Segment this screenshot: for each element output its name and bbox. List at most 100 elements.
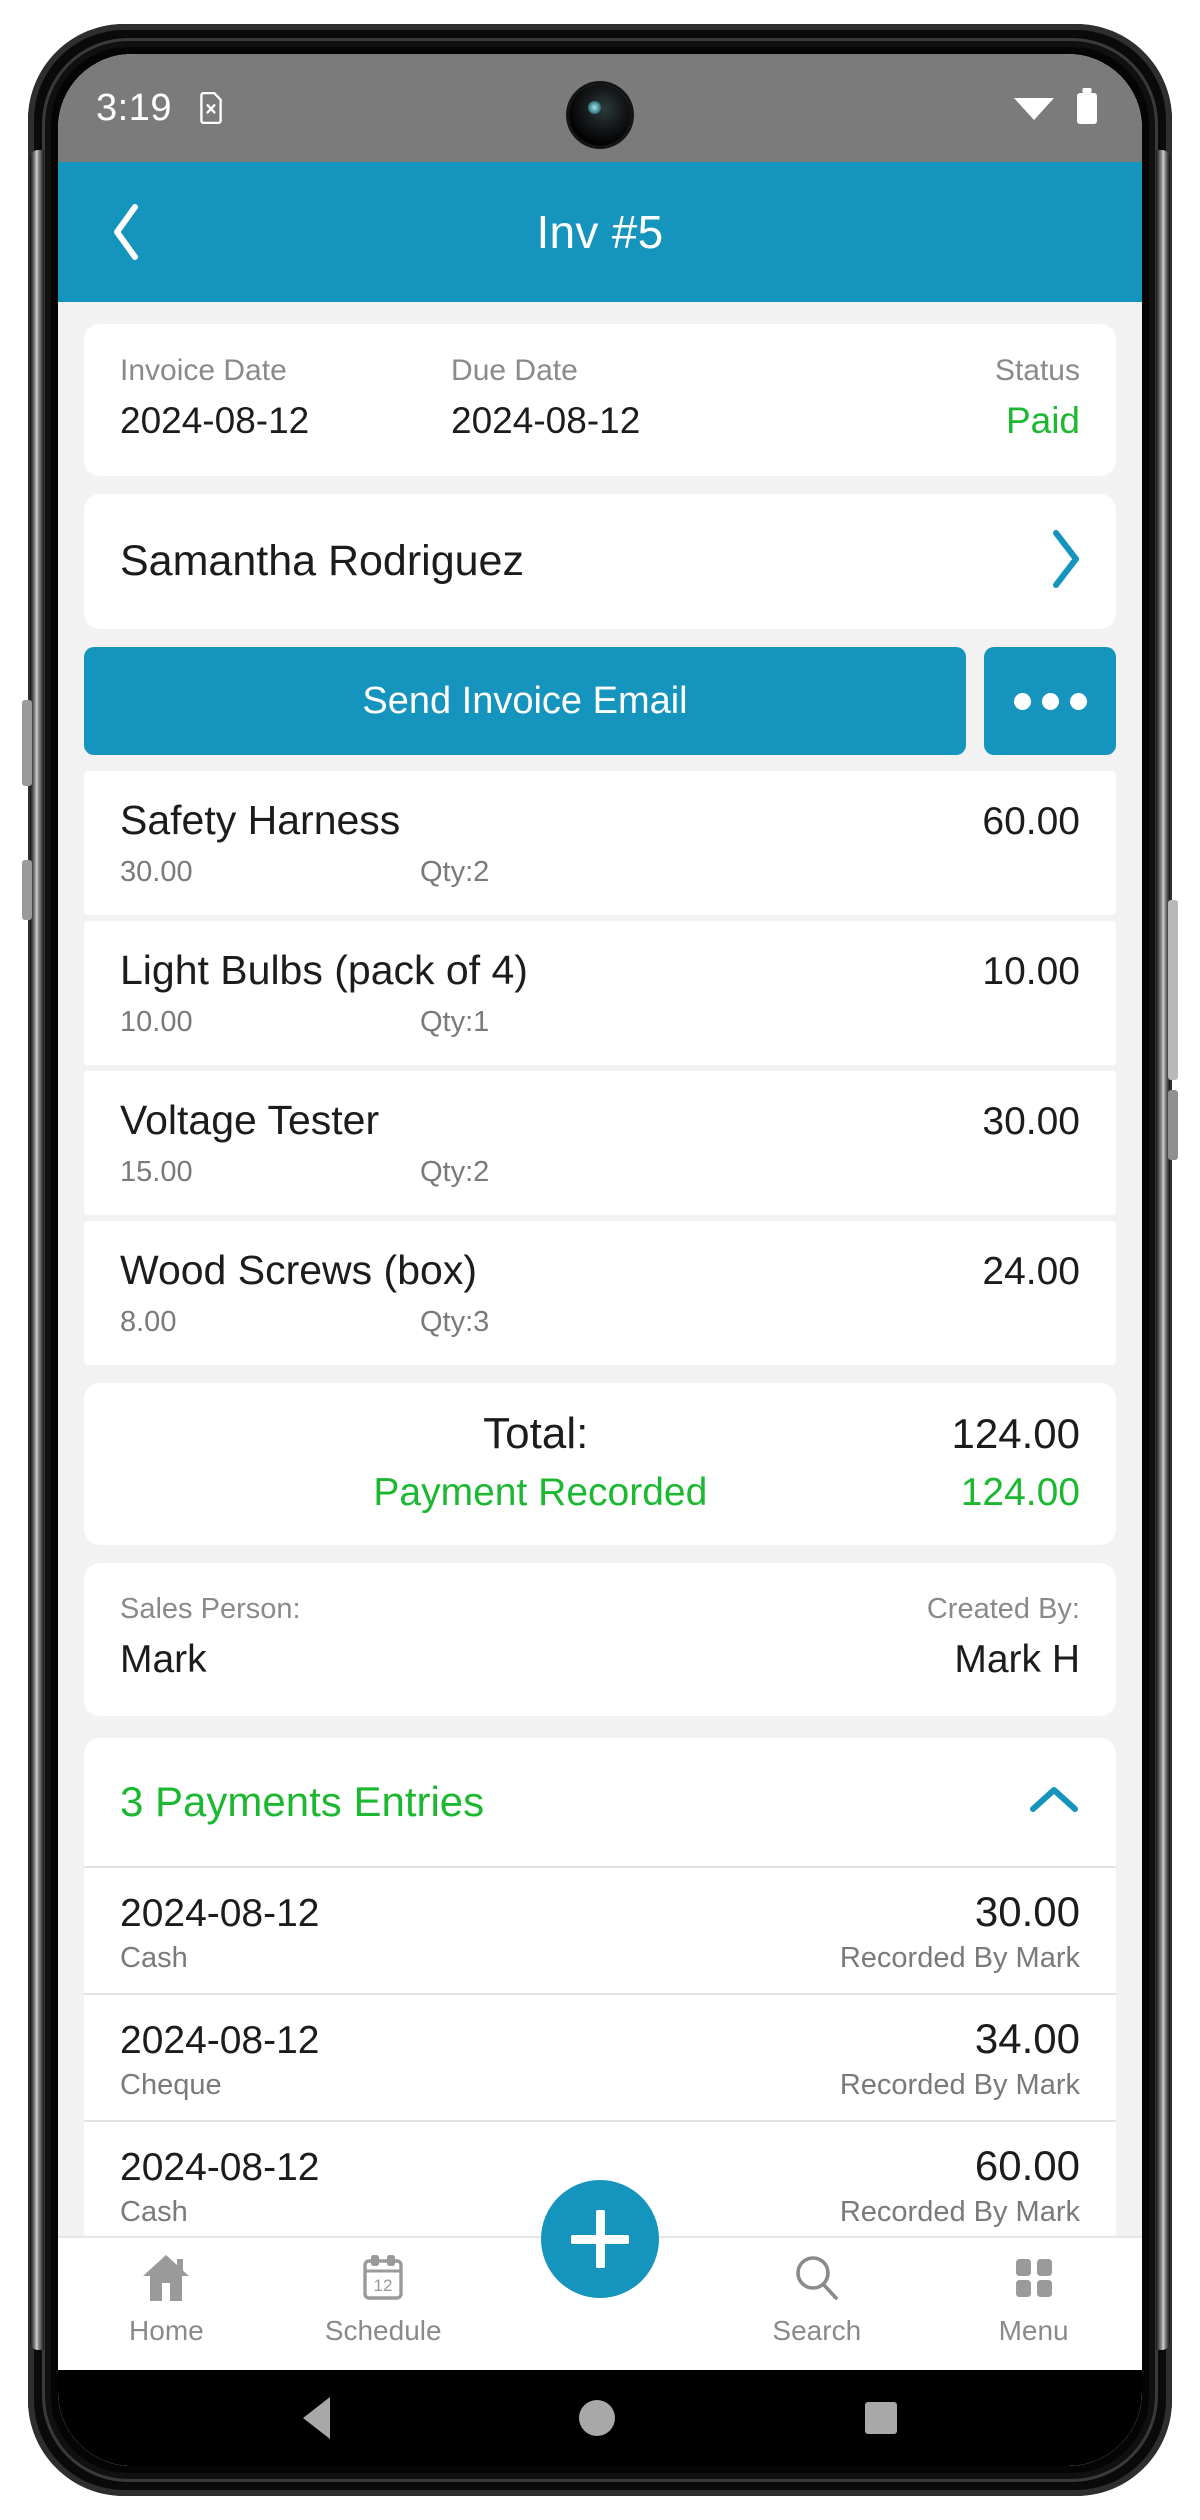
line-item-row[interactable]: Safety Harness 60.00 30.00 Qty:2: [84, 771, 1116, 915]
nav-item-home[interactable]: Home: [58, 2252, 275, 2347]
line-item-name: Safety Harness: [120, 797, 401, 843]
payment-method: Cheque: [120, 2069, 222, 2101]
total-row: Total: 124.00: [120, 1409, 1080, 1459]
customer-row[interactable]: Samantha Rodriguez: [84, 494, 1116, 629]
square-recents-icon[interactable]: [865, 2402, 898, 2434]
payment-recorded-by: Recorded By Mark: [839, 2196, 1080, 2228]
screenshot-stage: 3:19 Inv #5 Invoice Date 2024-08-12 Due …: [0, 0, 1200, 2520]
line-item-amount: 10.00: [982, 950, 1080, 993]
line-item-qty: Qty:3: [420, 1306, 490, 1338]
line-item-unit-price: 30.00: [120, 856, 193, 888]
created-by-value: Mark H: [954, 1638, 1080, 1681]
line-item-row[interactable]: Light Bulbs (pack of 4) 10.00 10.00 Qty:…: [84, 921, 1116, 1065]
due-date-label: Due Date: [451, 354, 578, 387]
payments-section-toggle[interactable]: 3 Payments Entries: [84, 1738, 1116, 1866]
power-button[interactable]: [1168, 900, 1178, 1080]
payment-date: 2024-08-12: [120, 1892, 320, 1935]
nav-label-search: Search: [772, 2315, 862, 2346]
created-by-label: Created By:: [926, 1593, 1080, 1625]
line-item-unit-price: 8.00: [120, 1306, 177, 1338]
line-item-row[interactable]: Voltage Tester 30.00 15.00 Qty:2: [84, 1071, 1116, 1215]
line-items-list: Safety Harness 60.00 30.00 Qty:2 Light B…: [84, 771, 1116, 1365]
status-bar: 3:19: [58, 54, 1142, 162]
sales-person-block: Sales Person: Mark: [120, 1593, 600, 1682]
invoice-date-value: 2024-08-12: [120, 400, 310, 441]
total-label: Total:: [483, 1409, 589, 1458]
status-bar-indicators: [1012, 87, 1100, 130]
battery-icon: [1074, 87, 1100, 130]
volume-down-button[interactable]: [22, 860, 32, 920]
assistant-button[interactable]: [1168, 1090, 1178, 1160]
line-item-amount: 24.00: [982, 1250, 1080, 1293]
nav-item-menu[interactable]: Menu: [925, 2252, 1142, 2347]
status-block: Status Paid: [799, 354, 1080, 442]
phone-left-rail: [30, 150, 44, 2350]
calendar-day-number: 12: [374, 2276, 393, 2295]
due-date-value: 2024-08-12: [451, 400, 641, 441]
payment-date: 2024-08-12: [120, 2019, 320, 2062]
page-title: Inv #5: [536, 206, 664, 258]
app-bar: Inv #5: [58, 162, 1142, 302]
back-button[interactable]: [92, 198, 160, 266]
nav-label-schedule: Schedule: [324, 2315, 442, 2346]
sim-card-off-icon: [198, 92, 224, 124]
line-item-amount: 30.00: [982, 1100, 1080, 1143]
phone-screen: 3:19 Inv #5 Invoice Date 2024-08-12 Due …: [58, 54, 1142, 2466]
payments-card: 3 Payments Entries 2024-08-12 30.00 Cash: [84, 1738, 1116, 2247]
line-item-qty: Qty:1: [420, 1006, 490, 1038]
payment-amount: 34.00: [974, 2015, 1080, 2062]
chevron-right-icon[interactable]: [1046, 528, 1086, 595]
payment-date: 2024-08-12: [120, 2146, 320, 2189]
line-item-unit-price: 10.00: [120, 1006, 193, 1038]
payment-entry-row[interactable]: 2024-08-12 30.00 Cash Recorded By Mark: [84, 1866, 1116, 1993]
nav-item-schedule[interactable]: 12 Schedule: [275, 2252, 492, 2347]
line-item-row[interactable]: Wood Screws (box) 24.00 8.00 Qty:3: [84, 1221, 1116, 1365]
payment-recorded-by: Recorded By Mark: [839, 2069, 1080, 2101]
status-badge: Paid: [1005, 400, 1080, 441]
payment-recorded-value: 124.00: [960, 1471, 1080, 1514]
nav-label-home: Home: [129, 2315, 204, 2346]
circle-home-icon[interactable]: [579, 2400, 616, 2436]
status-bar-clock: 3:19: [96, 86, 172, 129]
customer-name: Samantha Rodriguez: [120, 537, 524, 585]
invoice-actions: Send Invoice Email: [84, 647, 1116, 755]
payments-section-title: 3 Payments Entries: [120, 1778, 485, 1825]
payment-recorded-row: Payment Recorded 124.00: [120, 1471, 1080, 1515]
invoice-date-block: Invoice Date 2024-08-12: [120, 354, 451, 442]
chevron-up-icon[interactable]: [1028, 1783, 1080, 1822]
payment-amount: 30.00: [974, 1888, 1080, 1935]
send-invoice-email-button[interactable]: Send Invoice Email: [84, 647, 966, 755]
phone-right-rail: [1156, 150, 1170, 2350]
payment-method: Cash: [120, 2196, 188, 2228]
line-item-name: Wood Screws (box): [120, 1247, 477, 1293]
front-camera: [569, 84, 631, 146]
due-date-block: Due Date 2024-08-12: [451, 354, 799, 442]
payment-amount: 60.00: [974, 2142, 1080, 2189]
more-options-button[interactable]: [984, 647, 1116, 755]
sales-person-label: Sales Person:: [120, 1593, 301, 1625]
calendar-icon: 12: [356, 2252, 410, 2309]
totals-card: Total: 124.00 Payment Recorded 124.00: [84, 1383, 1116, 1545]
line-item-qty: Qty:2: [420, 856, 490, 888]
created-by-block: Created By: Mark H: [600, 1593, 1080, 1682]
payment-entry-row[interactable]: 2024-08-12 34.00 Cheque Recorded By Mark: [84, 1993, 1116, 2120]
triangle-back-icon[interactable]: [302, 2397, 330, 2439]
volume-up-button[interactable]: [22, 700, 32, 786]
nav-item-search[interactable]: Search: [708, 2252, 925, 2347]
invoice-dates-card: Invoice Date 2024-08-12 Due Date 2024-08…: [84, 324, 1116, 476]
wifi-icon: [1012, 89, 1056, 128]
home-icon: [139, 2252, 193, 2309]
search-icon: [790, 2252, 844, 2309]
total-value: 124.00: [951, 1410, 1080, 1457]
invoice-detail-scroll[interactable]: Invoice Date 2024-08-12 Due Date 2024-08…: [58, 324, 1142, 2466]
invoice-date-label: Invoice Date: [120, 354, 287, 387]
add-button-fab[interactable]: [541, 2180, 659, 2298]
grid-menu-icon: [1007, 2252, 1061, 2309]
line-item-name: Voltage Tester: [120, 1097, 380, 1143]
chevron-left-icon: [114, 204, 138, 260]
payment-recorded-by: Recorded By Mark: [839, 1942, 1080, 1974]
line-item-amount: 60.00: [982, 800, 1080, 843]
people-card: Sales Person: Mark Created By: Mark H: [84, 1563, 1116, 1716]
sales-person-value: Mark: [120, 1638, 207, 1681]
payment-recorded-label: Payment Recorded: [373, 1471, 708, 1514]
